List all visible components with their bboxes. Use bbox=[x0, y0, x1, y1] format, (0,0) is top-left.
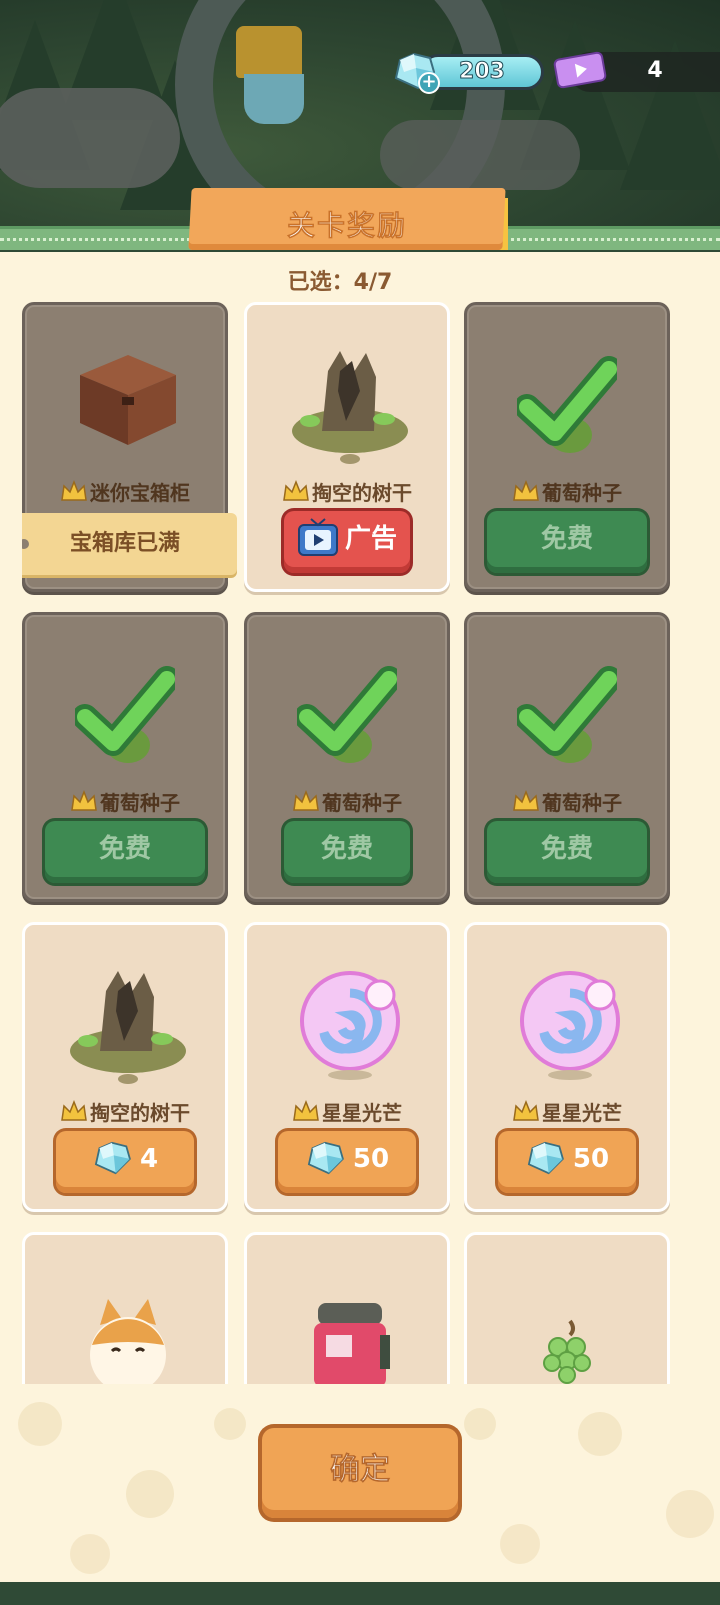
chest-art bbox=[25, 325, 225, 475]
reward-card[interactable] bbox=[22, 1232, 228, 1384]
page-title: 关卡奖励 bbox=[286, 209, 407, 243]
ticket-count: 4 bbox=[647, 58, 663, 83]
selected-count: 已选：4/7 bbox=[0, 264, 720, 296]
gem-price: 50 bbox=[352, 1144, 390, 1174]
stump-art bbox=[247, 325, 447, 475]
level-crown-icon bbox=[513, 480, 539, 501]
stump-art bbox=[25, 945, 225, 1095]
watch-ad-label: 广告 bbox=[344, 524, 397, 554]
ad-ticket-icon bbox=[553, 51, 607, 89]
check-icon bbox=[517, 356, 617, 446]
reward-card[interactable]: 2掏空的树干广告 bbox=[244, 302, 450, 592]
reward-name: 1葡萄种子 bbox=[467, 787, 667, 816]
free-claim-button[interactable]: 免费 bbox=[284, 821, 410, 883]
watch-ad-button[interactable]: 广告 bbox=[284, 511, 410, 573]
reward-name: 1葡萄种子 bbox=[467, 477, 667, 506]
gem-icon bbox=[305, 1141, 353, 1175]
grapes-art bbox=[467, 1255, 667, 1384]
buy-with-gems-button[interactable]: 50 bbox=[278, 1131, 416, 1193]
reward-card[interactable] bbox=[244, 1232, 450, 1384]
reward-name: 5星星光芒 bbox=[467, 1097, 667, 1126]
level-crown-icon bbox=[61, 480, 87, 501]
reward-name-label: 掏空的树干 bbox=[312, 481, 412, 505]
gem-count: 203 bbox=[459, 59, 506, 85]
buy-with-gems-button[interactable]: 4 bbox=[56, 1131, 194, 1193]
level-crown-icon bbox=[61, 1100, 87, 1121]
level-crown-icon bbox=[513, 1100, 539, 1121]
reward-name: 2掏空的树干 bbox=[247, 477, 447, 506]
reward-card[interactable]: 1葡萄种子免费 bbox=[22, 612, 228, 902]
reward-grid: 1迷你宝箱柜宝箱库已满2掏空的树干广告1葡萄种子免费1葡萄种子免费1葡萄种子免费… bbox=[22, 302, 698, 1384]
rewards-panel: 已选：4/7 1迷你宝箱柜宝箱库已满2掏空的树干广告1葡萄种子免费1葡萄种子免费… bbox=[0, 252, 720, 1582]
reward-name-label: 星星光芒 bbox=[542, 1101, 622, 1125]
level-crown-icon bbox=[71, 790, 97, 811]
reward-name-label: 星星光芒 bbox=[322, 1101, 402, 1125]
reward-name: 1葡萄种子 bbox=[247, 787, 447, 816]
reward-name-label: 葡萄种子 bbox=[542, 481, 622, 505]
reward-name-label: 迷你宝箱柜 bbox=[90, 481, 190, 505]
reward-card[interactable] bbox=[464, 1232, 670, 1384]
check-icon bbox=[75, 666, 175, 756]
level-crown-icon bbox=[283, 480, 309, 501]
reward-name: 2掏空的树干 bbox=[25, 1097, 225, 1126]
reward-name: 1迷你宝箱柜 bbox=[25, 477, 225, 506]
gem-icon bbox=[525, 1141, 573, 1175]
title-ribbon: 关卡奖励 bbox=[188, 188, 508, 254]
selected-count-label: 已选：4/7 bbox=[287, 270, 393, 295]
reward-name-label: 葡萄种子 bbox=[322, 791, 402, 815]
free-claim-label: 免费 bbox=[540, 524, 593, 554]
add-gems-button[interactable]: + bbox=[418, 72, 440, 94]
reward-card[interactable]: 1迷你宝箱柜宝箱库已满 bbox=[22, 302, 237, 592]
reward-card[interactable]: 1葡萄种子免费 bbox=[464, 612, 670, 902]
free-claim-label: 免费 bbox=[98, 834, 151, 864]
level-crown-icon bbox=[293, 790, 319, 811]
jar-art bbox=[247, 1255, 447, 1384]
vault-full-tag: 宝箱库已满 bbox=[22, 513, 237, 575]
reward-card[interactable]: 2掏空的树干 4 bbox=[22, 922, 228, 1212]
reward-card[interactable]: 1葡萄种子免费 bbox=[464, 302, 670, 592]
gem-price: 50 bbox=[572, 1144, 610, 1174]
free-claim-button[interactable]: 免费 bbox=[487, 821, 647, 883]
gem-icon bbox=[92, 1141, 140, 1175]
level-crown-icon bbox=[293, 1100, 319, 1121]
reward-card[interactable]: 5星星光芒 50 bbox=[464, 922, 670, 1212]
tv-icon bbox=[297, 518, 345, 556]
free-claim-button[interactable]: 免费 bbox=[45, 821, 205, 883]
level-crown-icon bbox=[513, 790, 539, 811]
buy-with-gems-button[interactable]: 50 bbox=[498, 1131, 636, 1193]
free-claim-label: 免费 bbox=[320, 834, 373, 864]
free-claim-label: 免费 bbox=[540, 834, 593, 864]
reward-name: 5星星光芒 bbox=[247, 1097, 447, 1126]
player-house-marker bbox=[236, 26, 308, 136]
bottom-bar bbox=[0, 1582, 720, 1605]
orb-art bbox=[467, 945, 667, 1095]
reward-card[interactable]: 5星星光芒 50 bbox=[244, 922, 450, 1212]
confirm-button[interactable]: 确定 bbox=[262, 1428, 458, 1518]
gem-price: 4 bbox=[139, 1144, 159, 1174]
reward-card[interactable]: 1葡萄种子免费 bbox=[244, 612, 450, 902]
reward-name-label: 掏空的树干 bbox=[90, 1101, 190, 1125]
reward-name: 1葡萄种子 bbox=[25, 787, 225, 816]
check-icon bbox=[517, 666, 617, 756]
reward-name-label: 葡萄种子 bbox=[542, 791, 622, 815]
reward-name-label: 葡萄种子 bbox=[100, 791, 180, 815]
free-claim-button[interactable]: 免费 bbox=[487, 511, 647, 573]
check-icon bbox=[297, 666, 397, 756]
shiba-art bbox=[25, 1255, 225, 1384]
orb-art bbox=[247, 945, 447, 1095]
